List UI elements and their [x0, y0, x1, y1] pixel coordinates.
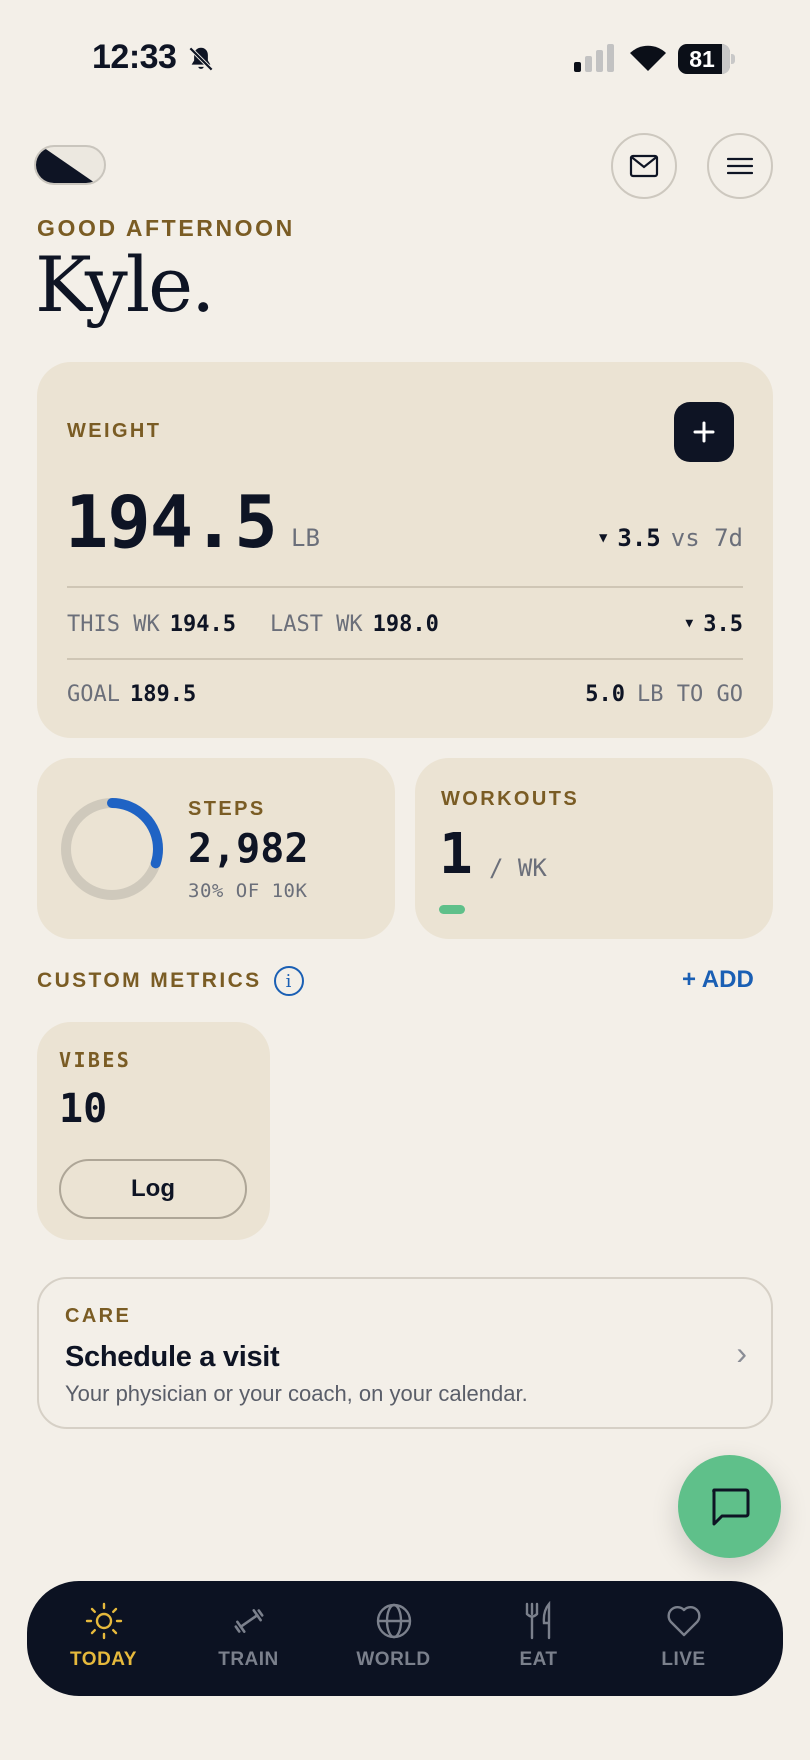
- care-title: Schedule a visit: [65, 1341, 280, 1373]
- workouts-label: WORKOUTS: [441, 788, 580, 810]
- tab-eat[interactable]: EAT: [466, 1581, 611, 1696]
- divider: [67, 658, 743, 660]
- plus-icon: [693, 421, 715, 443]
- utensils-icon: [519, 1601, 559, 1641]
- steps-label: STEPS: [188, 798, 266, 820]
- weight-delta: ▼ 3.5 vs 7d: [599, 524, 743, 552]
- info-icon[interactable]: i: [273, 966, 304, 996]
- weekly-comparison-row: THIS WK 194.5 LAST WK 198.0 ▼ 3.5: [67, 612, 743, 637]
- care-card[interactable]: CARE Schedule a visit Your physician or …: [37, 1277, 773, 1429]
- add-metric-button[interactable]: + ADD: [682, 966, 754, 994]
- metric-card-vibes[interactable]: VIBES 10 Log: [37, 1022, 270, 1240]
- greeting-label: GOOD AFTERNOON: [37, 215, 295, 241]
- tab-train[interactable]: TRAIN: [176, 1581, 321, 1696]
- week-delta-value: 3.5: [703, 612, 743, 637]
- menu-icon: [727, 157, 753, 175]
- this-week-label: THIS WK: [67, 612, 160, 637]
- wifi-icon: [630, 45, 666, 71]
- sun-icon: [84, 1601, 124, 1641]
- tab-world[interactable]: WORLD: [321, 1581, 466, 1696]
- steps-value: 2,982: [188, 826, 309, 872]
- this-week-value: 194.5: [169, 612, 236, 637]
- care-label: CARE: [65, 1305, 132, 1327]
- last-week-value: 198.0: [372, 612, 439, 637]
- log-button[interactable]: Log: [59, 1159, 247, 1219]
- weight-delta-value: 3.5: [617, 524, 661, 552]
- to-go-value: 5.0: [585, 682, 626, 707]
- user-name: Kyle.: [35, 240, 215, 329]
- custom-metrics-title: CUSTOM METRICS: [37, 969, 262, 992]
- signal-icon: [574, 44, 614, 72]
- status-bar: 12:33 81: [0, 0, 810, 120]
- weight-card[interactable]: WEIGHT 194.5 LB ▼ 3.5 vs 7d THIS WK 194.…: [37, 362, 773, 738]
- mail-button[interactable]: [611, 133, 677, 199]
- tab-label: WORLD: [356, 1649, 431, 1670]
- status-time: 12:33: [92, 38, 177, 76]
- divider: [67, 586, 743, 588]
- mail-icon: [629, 154, 659, 178]
- chat-button[interactable]: [678, 1455, 781, 1558]
- workouts-card[interactable]: WORKOUTS 1 / WK: [415, 758, 773, 939]
- theme-toggle[interactable]: [34, 145, 106, 185]
- weight-value: 194.5: [65, 480, 278, 564]
- metric-label: VIBES: [59, 1048, 132, 1072]
- globe-icon: [374, 1601, 414, 1641]
- metric-value: 10: [59, 1086, 108, 1132]
- tab-bar: TODAY TRAIN WORLD EAT LIVE: [27, 1581, 783, 1696]
- tab-live[interactable]: LIVE: [611, 1581, 756, 1696]
- steps-card[interactable]: STEPS 2,982 30% OF 10K: [37, 758, 395, 939]
- down-arrow-icon: ▼: [685, 616, 694, 631]
- chat-bubble-icon: [711, 1488, 749, 1525]
- last-week-label: LAST WK: [269, 612, 363, 637]
- tab-label: LIVE: [661, 1649, 706, 1670]
- custom-metrics-header: CUSTOM METRICS i: [37, 966, 304, 996]
- theme-toggle-icon: [36, 147, 96, 183]
- goal-value: 189.5: [129, 682, 197, 707]
- steps-progress-ring: [61, 798, 163, 900]
- add-weight-button[interactable]: [674, 402, 734, 462]
- goal-row: GOAL 189.5 5.0 LB TO GO: [67, 682, 743, 707]
- chevron-right-icon: ›: [736, 1335, 747, 1371]
- tab-label: EAT: [519, 1649, 558, 1670]
- workouts-value: 1: [439, 822, 473, 887]
- goal-label: GOAL: [67, 682, 120, 707]
- tab-label: TODAY: [70, 1649, 137, 1670]
- down-arrow-icon: ▼: [598, 530, 608, 546]
- to-go-label: LB TO GO: [637, 682, 743, 707]
- weight-label: WEIGHT: [67, 420, 162, 442]
- tab-today[interactable]: TODAY: [31, 1581, 176, 1696]
- care-subtitle: Your physician or your coach, on your ca…: [65, 1381, 528, 1406]
- weight-delta-suffix: vs 7d: [670, 524, 743, 552]
- weight-unit: LB: [291, 524, 320, 552]
- steps-subtext: 30% OF 10K: [188, 880, 308, 902]
- battery-icon: 81: [678, 44, 736, 74]
- dumbbell-icon: [229, 1601, 269, 1641]
- menu-button[interactable]: [707, 133, 773, 199]
- battery-level: 81: [689, 46, 715, 72]
- tab-label: TRAIN: [218, 1649, 279, 1670]
- workouts-unit: / WK: [489, 854, 547, 882]
- heart-icon: [664, 1601, 704, 1641]
- bell-slash-icon: [188, 46, 214, 72]
- workouts-progress-bar: [439, 905, 465, 914]
